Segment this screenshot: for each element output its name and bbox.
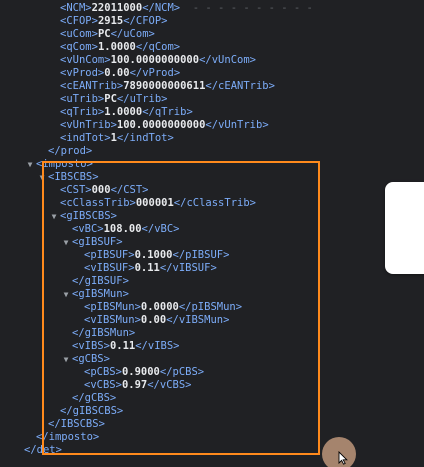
xml-element-line: <NCM>22011000</NCM> - - - - - - - - - -: [48, 2, 313, 15]
xml-element-line: <uCom>PC</uCom>: [48, 28, 155, 41]
xml-element-line: <qTrib>1.0000</qTrib>: [48, 106, 193, 119]
xml-close-tag: </indTot>: [116, 132, 174, 144]
xml-open-tag: <cEANTrib>: [60, 80, 124, 92]
xml-open-tag: <qTrib>: [60, 106, 105, 118]
xml-close-tag: </cEANTrib>: [205, 80, 275, 92]
xml-open-tag: <vUnTrib>: [60, 119, 117, 131]
xml-value: 100.0000000000: [110, 54, 200, 66]
xml-open-tag: <uCom>: [60, 28, 98, 40]
xml-close-tag: </prod>: [48, 145, 93, 157]
xml-element-line: <uTrib>PC</uTrib>: [48, 93, 168, 106]
xml-open-tag: <uTrib>: [60, 93, 105, 105]
xml-element-line: <cEANTrib>7890000000611</cEANTrib>: [48, 80, 275, 93]
xml-value: 22011000: [91, 2, 143, 14]
xml-close-tag: </uTrib>: [116, 93, 168, 105]
xml-close-tag: </uCom>: [110, 28, 155, 40]
highlight-annotation-box: [42, 161, 320, 455]
xml-value: PC: [104, 93, 117, 105]
xml-close-tag: </qCom>: [135, 41, 181, 53]
xml-element-line: <indTot>1</indTot>: [48, 132, 174, 145]
xml-element-line: <vUnTrib>100.0000000000</vUnTrib>: [48, 119, 269, 132]
xml-value: 2915: [97, 15, 124, 27]
xml-element-line: <vUnCom>100.0000000000</vUnCom>: [48, 54, 256, 67]
xml-faded-trail: - - - - - - - - - -: [180, 2, 313, 14]
xml-value: 0.00: [104, 67, 130, 79]
mouse-pointer-icon: [338, 451, 348, 465]
xml-value: PC: [97, 28, 111, 40]
xml-close-tag: </vProd>: [129, 67, 181, 79]
xml-close-tag: </qTrib>: [142, 106, 193, 118]
side-panel[interactable]: [385, 182, 424, 274]
xml-open-tag: <vProd>: [60, 67, 105, 79]
xml-open-tag: <CFOP>: [60, 15, 98, 27]
xml-value: 7890000000611: [123, 80, 206, 92]
xml-open-tag: <vUnCom>: [60, 54, 111, 66]
xml-element-line: <CFOP>2915</CFOP>: [48, 15, 168, 28]
xml-open-tag: <indTot>: [60, 132, 111, 144]
xml-close-tag: </NCM>: [142, 2, 181, 14]
xml-close-tag: </vUnTrib>: [205, 119, 269, 131]
xml-close-tag-line: </prod>: [36, 145, 92, 158]
xml-value: 1.0000: [97, 41, 136, 53]
xml-value: 100.0000000000: [116, 119, 206, 131]
xml-open-tag: <qCom>: [60, 41, 98, 53]
xml-close-tag: </vUnCom>: [199, 54, 256, 66]
xml-close-tag: </CFOP>: [123, 15, 168, 27]
xml-element-line: <qCom>1.0000</qCom>: [48, 41, 180, 54]
xml-element-line: <vProd>0.00</vProd>: [48, 67, 180, 80]
xml-open-tag: <NCM>: [60, 2, 92, 14]
xml-value: 1.0000: [104, 106, 143, 118]
expand-triangle-icon[interactable]: ▼: [24, 158, 36, 171]
